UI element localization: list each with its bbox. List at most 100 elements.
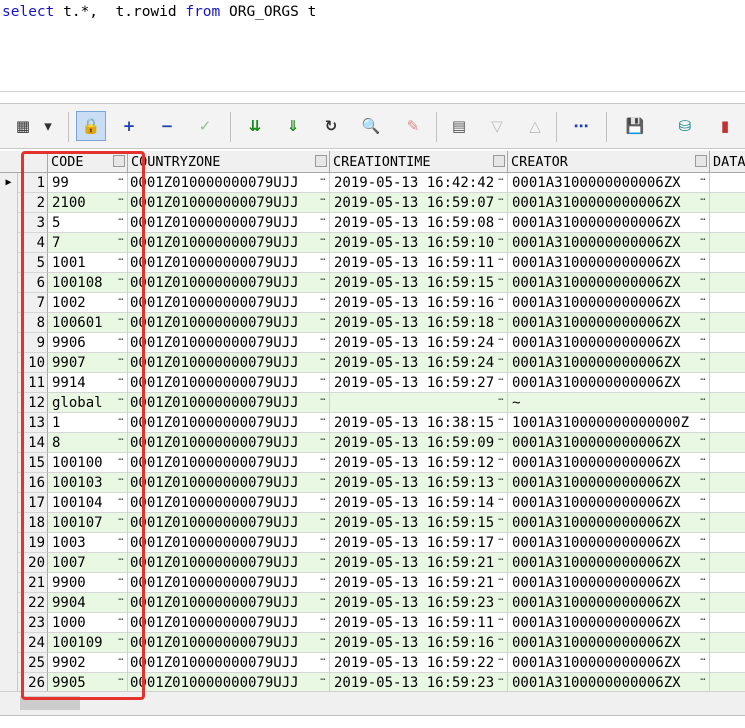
cell-editor-button[interactable]: ⋯ — [496, 533, 506, 553]
cell-time[interactable]: 2019-05-13 16:59:11 — [330, 613, 508, 633]
cell-editor-button[interactable]: ⋯ — [318, 493, 328, 513]
cell-zone[interactable]: 0001Z010000000079UJJ — [128, 533, 330, 553]
cell-editor-button[interactable]: ⋯ — [496, 493, 506, 513]
cell-time[interactable]: 2019-05-13 16:42:42 — [330, 173, 508, 193]
cell-editor-button[interactable]: ⋯ — [116, 633, 126, 653]
cell-creator[interactable]: 0001A3100000000006ZX — [508, 373, 710, 393]
cell-editor-button[interactable]: ⋯ — [318, 513, 328, 533]
cell-editor-button[interactable]: ⋯ — [318, 573, 328, 593]
row-number[interactable]: 11 — [18, 373, 48, 393]
cell-editor-button[interactable]: ⋯ — [116, 253, 126, 273]
cell-creator[interactable]: 0001A3100000000006ZX — [508, 633, 710, 653]
cell-zone[interactable]: 0001Z010000000079UJJ — [128, 413, 330, 433]
cell-editor-button[interactable]: ⋯ — [496, 433, 506, 453]
cell-data[interactable] — [710, 353, 745, 373]
cell-editor-button[interactable]: ⋯ — [496, 313, 506, 333]
table-row[interactable]: 25 9902 ⋯ 0001Z010000000079UJJ ⋯ 2019-05-13 1… — [0, 653, 745, 673]
cell-zone[interactable]: 0001Z010000000079UJJ — [128, 613, 330, 633]
cell-editor-button[interactable]: ⋯ — [698, 553, 708, 573]
column-filter-button[interactable] — [113, 155, 125, 167]
row-number[interactable]: 23 — [18, 613, 48, 633]
row-number[interactable]: 12 — [18, 393, 48, 413]
row-number[interactable]: 16 — [18, 473, 48, 493]
cell-editor-button[interactable]: ⋯ — [698, 633, 708, 653]
cell-editor-button[interactable]: ⋯ — [116, 553, 126, 573]
cell-time[interactable]: 2019-05-13 16:59:11 — [330, 253, 508, 273]
cell-editor-button[interactable]: ⋯ — [496, 653, 506, 673]
cell-time[interactable]: 2019-05-13 16:59:23 — [330, 673, 508, 691]
cell-creator[interactable]: 0001A3100000000006ZX — [508, 253, 710, 273]
cell-creator[interactable]: 0001A3100000000006ZX — [508, 613, 710, 633]
cell-editor-button[interactable]: ⋯ — [496, 593, 506, 613]
column-filter-button[interactable] — [493, 155, 505, 167]
row-number[interactable]: 24 — [18, 633, 48, 653]
cell-data[interactable] — [710, 453, 745, 473]
row-number[interactable]: 2 — [18, 193, 48, 213]
cell-creator[interactable]: 0001A3100000000006ZX — [508, 533, 710, 553]
sql-editor[interactable]: select t.*, t.rowid from ORG_ORGS t — [0, 0, 745, 92]
cell-editor-button[interactable]: ⋯ — [116, 493, 126, 513]
cell-time[interactable] — [330, 393, 508, 413]
table-row[interactable]: 17 100104 ⋯ 0001Z010000000079UJJ ⋯ 2019-05-13… — [0, 493, 745, 513]
cell-editor-button[interactable]: ⋯ — [698, 273, 708, 293]
cell-editor-button[interactable]: ⋯ — [318, 313, 328, 333]
row-number[interactable]: 8 — [18, 313, 48, 333]
cell-data[interactable] — [710, 633, 745, 653]
cell-editor-button[interactable]: ⋯ — [116, 333, 126, 353]
table-row[interactable]: 26 9905 ⋯ 0001Z010000000079UJJ ⋯ 2019-05-13 1… — [0, 673, 745, 691]
cell-editor-button[interactable]: ⋯ — [318, 193, 328, 213]
cell-editor-button[interactable]: ⋯ — [698, 573, 708, 593]
database-icon[interactable]: ⛁ — [670, 111, 700, 141]
row-indicator[interactable] — [0, 353, 18, 373]
cell-editor-button[interactable]: ⋯ — [318, 473, 328, 493]
table-row[interactable]: 24 100109 ⋯ 0001Z010000000079UJJ ⋯ 2019-05-13… — [0, 633, 745, 653]
cell-editor-button[interactable]: ⋯ — [496, 333, 506, 353]
cell-time[interactable]: 2019-05-13 16:38:15 — [330, 413, 508, 433]
table-row[interactable]: 20 1007 ⋯ 0001Z010000000079UJJ ⋯ 2019-05-13 1… — [0, 553, 745, 573]
cell-time[interactable]: 2019-05-13 16:59:12 — [330, 453, 508, 473]
table-row[interactable]: ▶ 1 99 ⋯ 0001Z010000000079UJJ ⋯ 2019-05-13 16:… — [0, 173, 745, 193]
cell-data[interactable] — [710, 473, 745, 493]
table-row[interactable]: 10 9907 ⋯ 0001Z010000000079UJJ ⋯ 2019-05-13 1… — [0, 353, 745, 373]
cell-editor-button[interactable]: ⋯ — [116, 433, 126, 453]
row-indicator[interactable] — [0, 193, 18, 213]
cell-editor-button[interactable]: ⋯ — [698, 293, 708, 313]
column-header-creator[interactable]: CREATOR — [508, 151, 710, 173]
cell-editor-button[interactable]: ⋯ — [698, 453, 708, 473]
post-changes-icon[interactable]: ✓ — [190, 111, 220, 141]
cell-time[interactable]: 2019-05-13 16:59:08 — [330, 213, 508, 233]
row-number[interactable]: 25 — [18, 653, 48, 673]
cell-creator[interactable]: 0001A3100000000006ZX — [508, 553, 710, 573]
cell-editor-button[interactable]: ⋯ — [116, 593, 126, 613]
cell-editor-button[interactable]: ⋯ — [318, 453, 328, 473]
cell-zone[interactable]: 0001Z010000000079UJJ — [128, 173, 330, 193]
row-indicator[interactable] — [0, 513, 18, 533]
table-row[interactable]: 16 100103 ⋯ 0001Z010000000079UJJ ⋯ 2019-05-13… — [0, 473, 745, 493]
cell-editor-button[interactable]: ⋯ — [116, 213, 126, 233]
cell-data[interactable] — [710, 573, 745, 593]
cell-creator[interactable]: 0001A3100000000006ZX — [508, 473, 710, 493]
cell-editor-button[interactable]: ⋯ — [698, 253, 708, 273]
cell-editor-button[interactable]: ⋯ — [318, 353, 328, 373]
cell-creator[interactable]: 0001A3100000000006ZX — [508, 573, 710, 593]
dropdown-arrow-icon[interactable]: ▾ — [40, 111, 56, 141]
cell-creator[interactable]: 0001A3100000000006ZX — [508, 353, 710, 373]
cell-editor-button[interactable]: ⋯ — [318, 273, 328, 293]
row-indicator[interactable] — [0, 413, 18, 433]
table-row[interactable]: 3 5 ⋯ 0001Z010000000079UJJ ⋯ 2019-05-13 16:59… — [0, 213, 745, 233]
cell-data[interactable] — [710, 393, 745, 413]
cell-editor-button[interactable]: ⋯ — [698, 493, 708, 513]
cell-editor-button[interactable]: ⋯ — [698, 193, 708, 213]
cell-data[interactable] — [710, 613, 745, 633]
cell-zone[interactable]: 0001Z010000000079UJJ — [128, 653, 330, 673]
row-number[interactable]: 7 — [18, 293, 48, 313]
cell-editor-button[interactable]: ⋯ — [116, 653, 126, 673]
column-header-data[interactable]: DATA — [710, 151, 745, 173]
cell-data[interactable] — [710, 333, 745, 353]
cell-editor-button[interactable]: ⋯ — [116, 353, 126, 373]
row-indicator[interactable] — [0, 553, 18, 573]
row-number[interactable]: 17 — [18, 493, 48, 513]
cell-zone[interactable]: 0001Z010000000079UJJ — [128, 453, 330, 473]
table-row[interactable]: 15 100100 ⋯ 0001Z010000000079UJJ ⋯ 2019-05-13… — [0, 453, 745, 473]
lock-icon[interactable]: 🔒 — [76, 111, 106, 141]
